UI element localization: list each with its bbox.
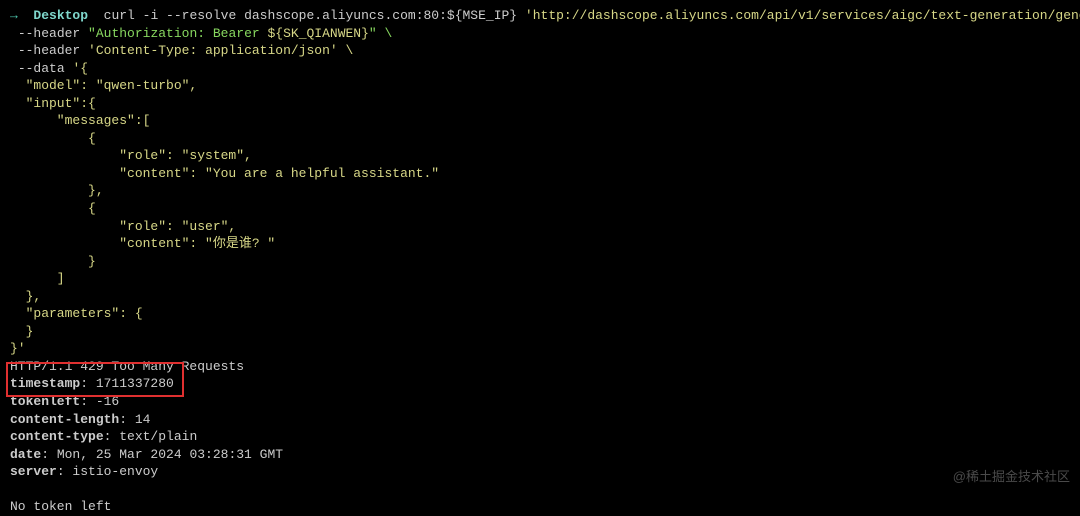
header-auth-close: " \: [369, 26, 392, 41]
data-open: '{: [72, 61, 88, 76]
http-status: HTTP/1.1 429 Too Many Requests: [10, 358, 1070, 376]
resp-server: server: istio-envoy: [10, 463, 1070, 481]
payload-line: ]: [10, 270, 1070, 288]
payload-line: }': [10, 340, 1070, 358]
payload-line: "content": "你是谁? ": [10, 235, 1070, 253]
payload-line: {: [10, 200, 1070, 218]
command-line-3: --header 'Content-Type: application/json…: [10, 42, 1070, 60]
command-line-4: --data '{: [10, 60, 1070, 78]
resp-tokenleft: tokenleft: -16: [10, 393, 1070, 411]
payload-line: "model": "qwen-turbo",: [10, 77, 1070, 95]
timestamp-val: : 1711337280: [80, 376, 174, 391]
prompt-label: Desktop: [33, 8, 88, 23]
resp-date: date: Mon, 25 Mar 2024 03:28:31 GMT: [10, 446, 1070, 464]
timestamp-key: timestamp: [10, 376, 80, 391]
payload-line: "role": "system",: [10, 147, 1070, 165]
header-flag-2: --header: [18, 43, 80, 58]
payload-line: }: [10, 253, 1070, 271]
prompt-arrow: →: [10, 8, 18, 23]
header-contenttype: 'Content-Type: application/json' \: [88, 43, 353, 58]
sk-variable: ${SK_QIANWEN}: [267, 26, 368, 41]
command-line-1: → Desktop curl -i --resolve dashscope.al…: [10, 7, 1070, 25]
header-auth-open: "Authorization: Bearer: [88, 26, 267, 41]
payload-line: }: [10, 323, 1070, 341]
header-flag-1: --header: [18, 26, 80, 41]
payload-line: "input":{: [10, 95, 1070, 113]
contenttype-val: : text/plain: [104, 429, 198, 444]
tokenleft-key: tokenleft: [10, 394, 80, 409]
payload-line: },: [10, 182, 1070, 200]
server-key: server: [10, 464, 57, 479]
payload-line: "content": "You are a helpful assistant.…: [10, 165, 1070, 183]
tokenleft-val: : -16: [80, 394, 119, 409]
resp-contentlength: content-length: 14: [10, 411, 1070, 429]
payload-line: },: [10, 288, 1070, 306]
payload-line: "messages":[: [10, 112, 1070, 130]
resp-contenttype: content-type: text/plain: [10, 428, 1070, 446]
resp-timestamp: timestamp: 1711337280: [10, 375, 1070, 393]
contenttype-key: content-type: [10, 429, 104, 444]
data-flag: --data: [18, 61, 65, 76]
watermark: @稀土掘金技术社区: [953, 468, 1070, 486]
blank-line: [10, 481, 1070, 499]
payload-line: {: [10, 130, 1070, 148]
contentlength-val: : 14: [119, 412, 150, 427]
date-key: date: [10, 447, 41, 462]
curl-cmd: curl -i --resolve dashscope.aliyuncs.com…: [104, 8, 517, 23]
server-val: : istio-envoy: [57, 464, 158, 479]
resp-body: No token left: [10, 498, 1070, 516]
command-line-2: --header "Authorization: Bearer ${SK_QIA…: [10, 25, 1070, 43]
payload-line: "parameters": {: [10, 305, 1070, 323]
date-val: : Mon, 25 Mar 2024 03:28:31 GMT: [41, 447, 283, 462]
payload-line: "role": "user",: [10, 218, 1070, 236]
curl-url: 'http://dashscope.aliyuncs.com/api/v1/se…: [525, 8, 1080, 23]
contentlength-key: content-length: [10, 412, 119, 427]
